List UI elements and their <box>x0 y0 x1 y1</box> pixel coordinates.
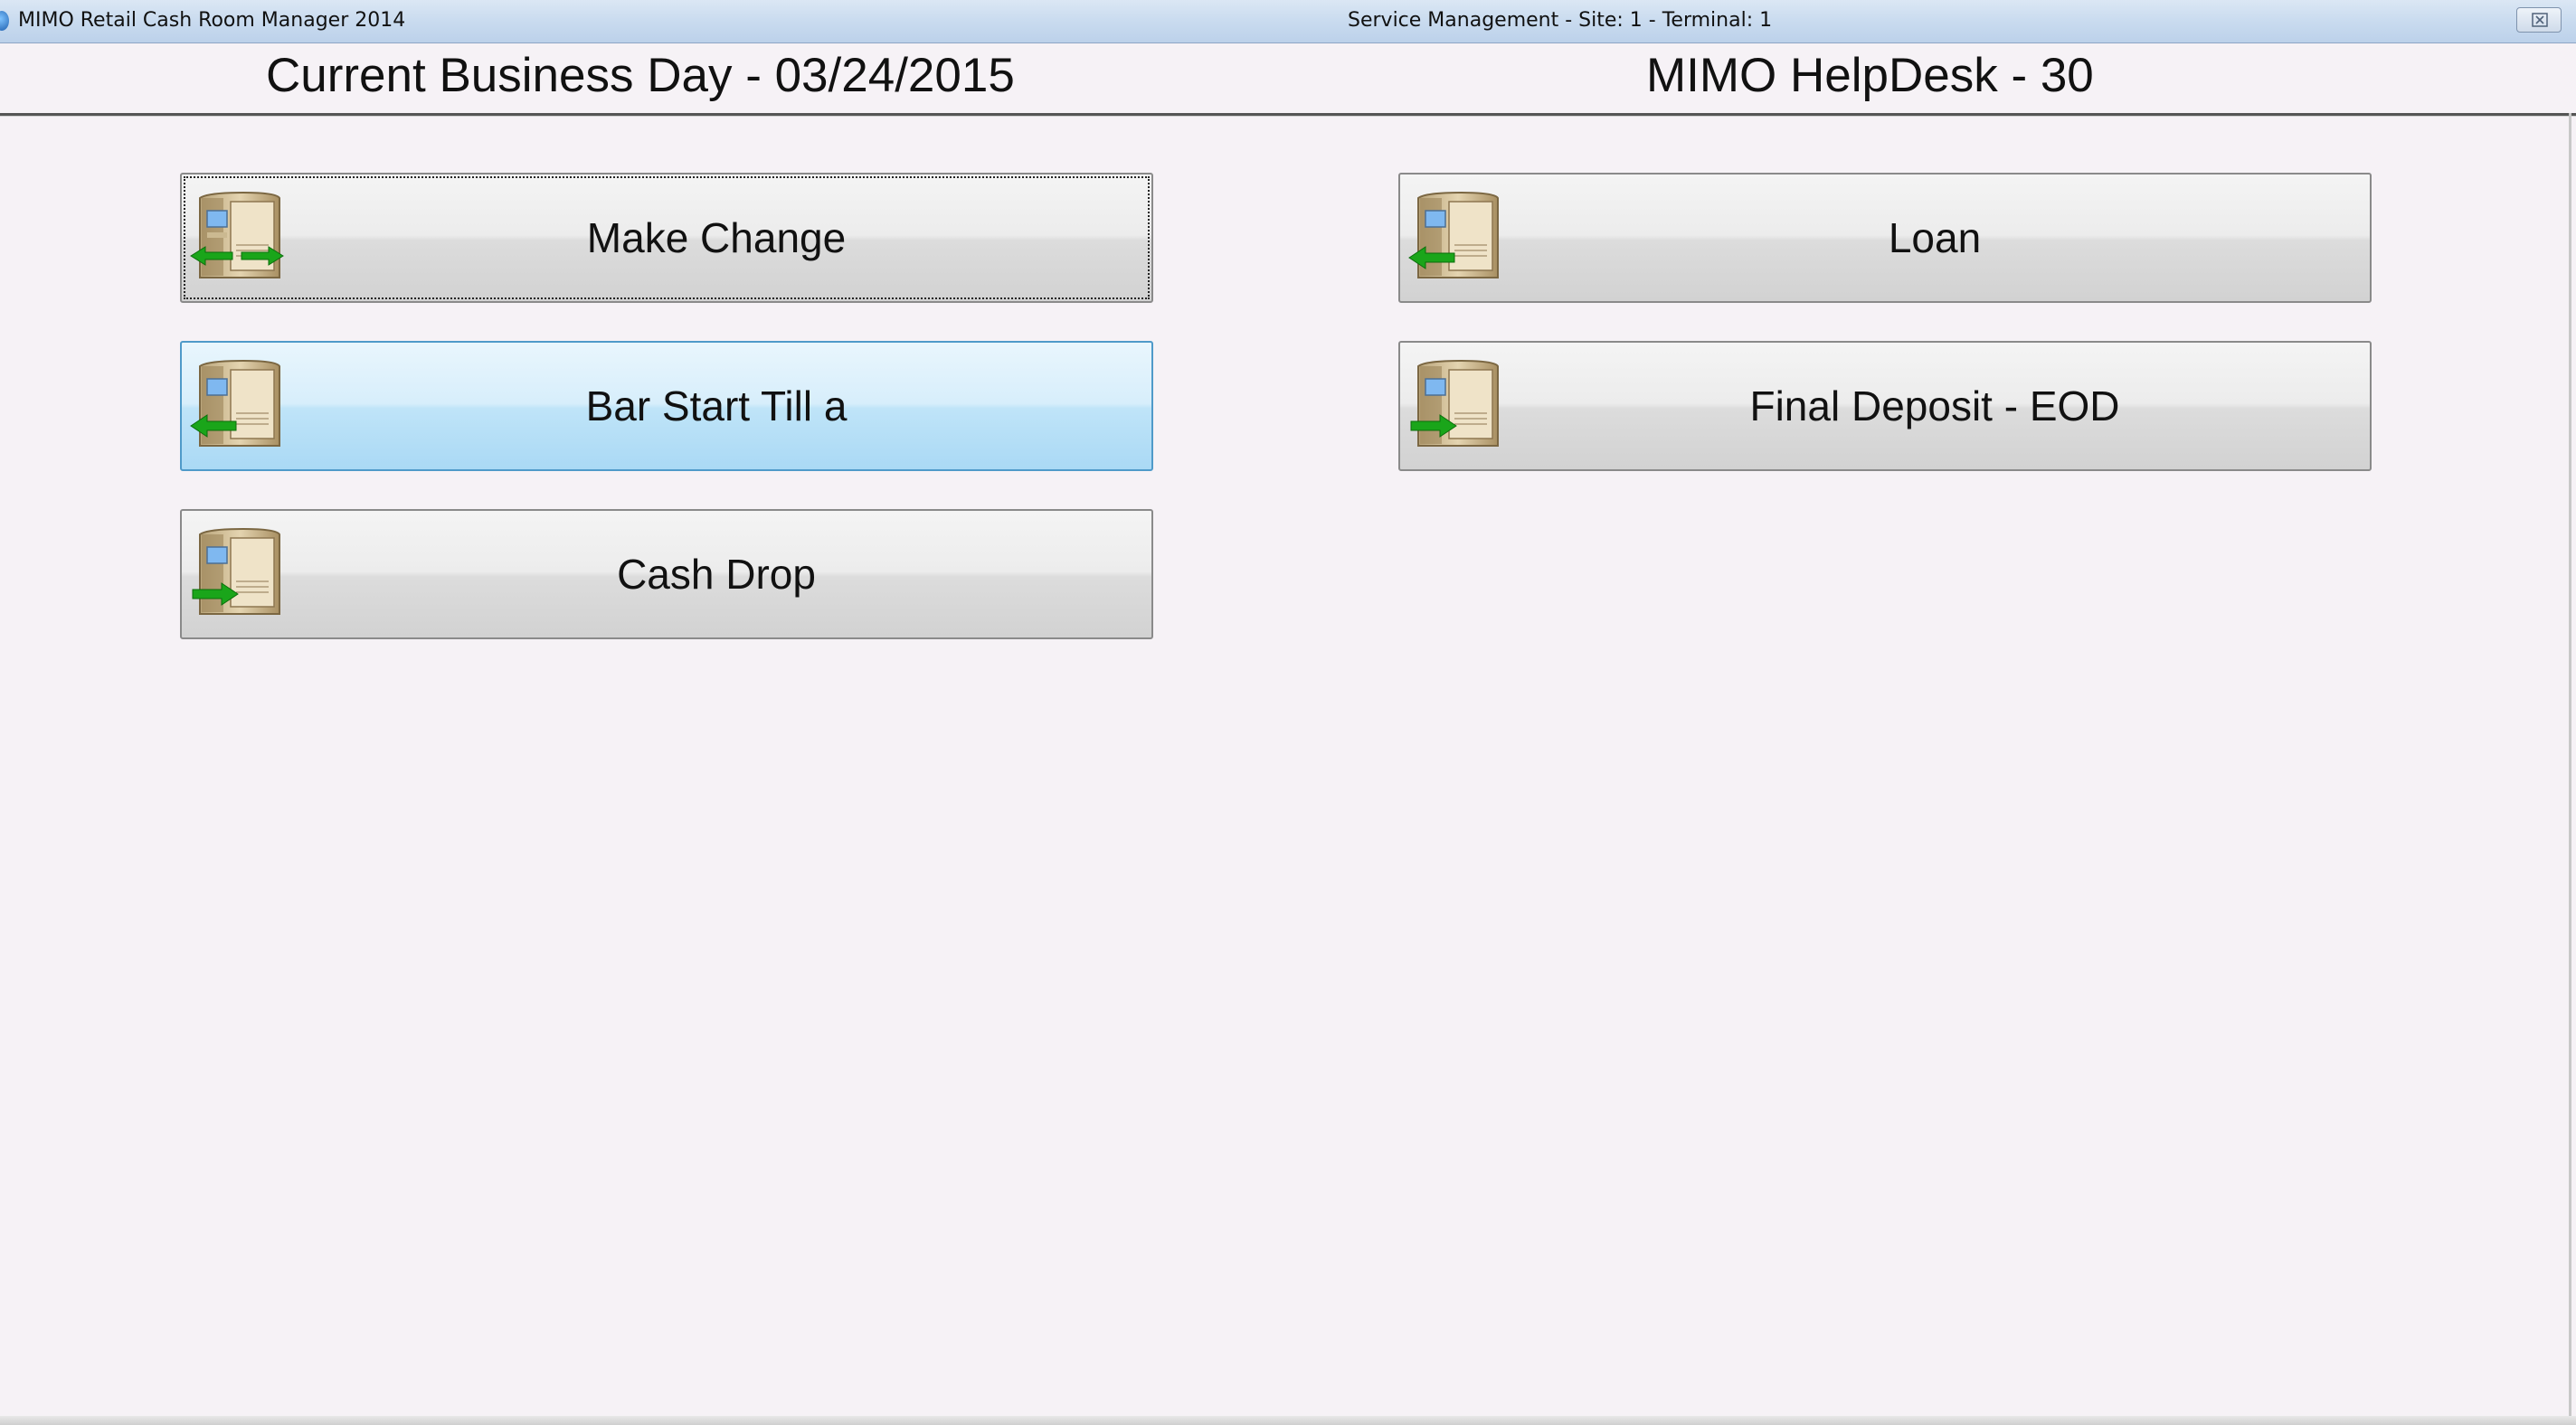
final-deposit-label: Final Deposit - EOD <box>1749 382 2120 429</box>
final-deposit-button[interactable]: Final Deposit - EOD <box>1398 341 2372 471</box>
loan-button[interactable]: Loan <box>1398 173 2372 303</box>
app-logo-icon <box>0 11 9 31</box>
atm-deposit-icon <box>192 527 280 615</box>
close-icon <box>2532 13 2548 27</box>
page-header: Current Business Day - 03/24/2015 MIMO H… <box>0 42 2576 116</box>
helpdesk-label: MIMO HelpDesk - 30 <box>1646 49 2094 102</box>
atm-deposit-icon <box>1410 359 1499 447</box>
bar-start-till-button[interactable]: Bar Start Till a <box>180 341 1153 471</box>
title-bar: MIMO Retail Cash Room Manager 2014 Servi… <box>0 0 2576 43</box>
make-change-button[interactable]: Make Change <box>180 173 1153 303</box>
app-window: MIMO Retail Cash Room Manager 2014 Servi… <box>0 0 2576 1425</box>
atm-withdraw-icon <box>1408 191 1499 278</box>
app-title: MIMO Retail Cash Room Manager 2014 <box>18 9 406 32</box>
loan-label: Loan <box>1888 214 1982 261</box>
business-day-label: Current Business Day - 03/24/2015 <box>266 49 1015 102</box>
cash-drop-label: Cash Drop <box>617 551 816 598</box>
atm-withdraw-icon <box>190 359 280 447</box>
window-caption: Service Management - Site: 1 - Terminal:… <box>1348 9 1773 32</box>
bar-start-till-label: Bar Start Till a <box>585 382 848 429</box>
close-button[interactable] <box>2516 7 2562 33</box>
bottom-edge <box>0 1416 2576 1425</box>
cash-drop-button[interactable]: Cash Drop <box>180 509 1153 639</box>
atm-exchange-icon <box>190 191 284 278</box>
make-change-label: Make Change <box>586 214 847 261</box>
window-right-edge <box>2569 113 2571 1425</box>
